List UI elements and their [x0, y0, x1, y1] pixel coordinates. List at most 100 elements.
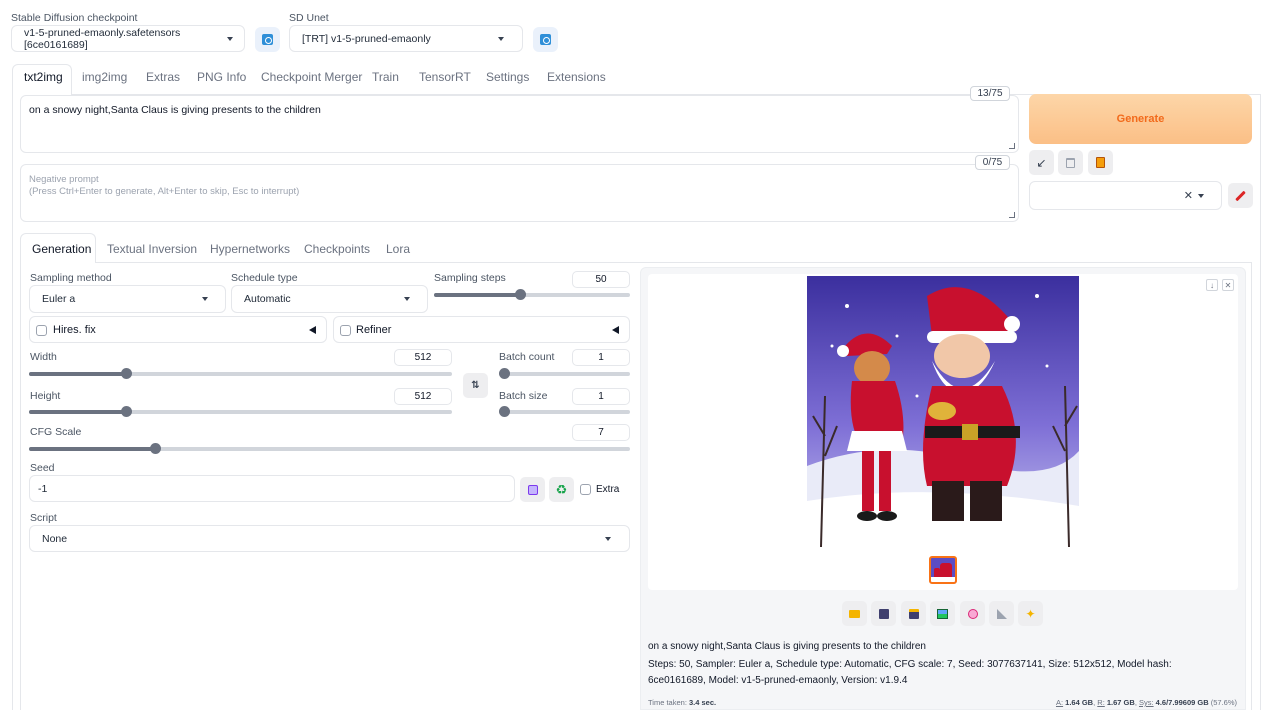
tab-png-info[interactable]: PNG Info: [197, 70, 246, 84]
edit-styles-button[interactable]: [1228, 183, 1253, 208]
tab-train[interactable]: Train: [372, 70, 399, 84]
clipboard-icon: [1096, 157, 1105, 168]
generated-image[interactable]: [807, 276, 1079, 547]
subtab-hypernetworks[interactable]: Hypernetworks: [210, 242, 290, 256]
cfg-scale-label: CFG Scale: [30, 426, 82, 438]
clear-icon[interactable]: ✕: [1184, 189, 1193, 202]
tab-txt2img[interactable]: txt2img: [24, 70, 63, 84]
refresh-unet-button[interactable]: [533, 27, 558, 52]
swap-dimensions-button[interactable]: ⇅: [463, 373, 488, 398]
tab-img2img[interactable]: img2img: [82, 70, 127, 84]
sampling-method-label: Sampling method: [30, 272, 112, 284]
chevron-down-icon: [498, 36, 504, 41]
subtab-checkpoints[interactable]: Checkpoints: [304, 242, 370, 256]
refiner-accordion[interactable]: Refiner: [333, 316, 630, 343]
checkpoint-label: Stable Diffusion checkpoint: [11, 12, 138, 24]
slider-thumb[interactable]: [499, 406, 510, 417]
hires-fix-accordion[interactable]: Hires. fix: [29, 316, 327, 343]
hires-fix-checkbox[interactable]: [36, 325, 47, 336]
batch-size-label: Batch size: [499, 390, 548, 402]
sampling-method-value: Euler a: [42, 293, 76, 305]
mem-r-value: 1.67 GB: [1106, 698, 1135, 707]
refresh-checkpoint-button[interactable]: [255, 27, 280, 52]
prompt-text: on a snowy night,Santa Claus is giving p…: [29, 104, 321, 116]
script-dropdown[interactable]: None: [29, 525, 630, 552]
refiner-checkbox[interactable]: [340, 325, 351, 336]
sparkle-button[interactable]: ✦: [1018, 601, 1043, 626]
sampling-steps-slider[interactable]: [434, 289, 630, 300]
random-seed-button[interactable]: [520, 477, 545, 502]
slider-thumb[interactable]: [515, 289, 527, 300]
send-to-img2img-button[interactable]: [930, 601, 955, 626]
close-icon[interactable]: ✕: [1222, 279, 1234, 291]
seed-input[interactable]: -1: [29, 475, 515, 502]
slider-thumb[interactable]: [499, 368, 510, 379]
batch-size-slider[interactable]: [499, 406, 630, 417]
memory-usage: A: 1.64 GB, R: 1.67 GB, Sys: 4.6/7.99609…: [1055, 698, 1237, 707]
height-input[interactable]: 512: [394, 388, 452, 405]
batch-count-slider[interactable]: [499, 368, 630, 379]
download-icon[interactable]: ↓: [1206, 279, 1218, 291]
open-folder-button[interactable]: [842, 601, 867, 626]
height-slider[interactable]: [29, 406, 452, 417]
slider-thumb[interactable]: [150, 443, 162, 454]
tab-tensorrt[interactable]: TensorRT: [419, 70, 471, 84]
batch-count-input[interactable]: 1: [572, 349, 630, 366]
folder-icon: [849, 609, 860, 618]
send-to-extras-button[interactable]: [989, 601, 1014, 626]
checkpoint-dropdown[interactable]: v1-5-pruned-emaonly.safetensors [6ce0161…: [11, 25, 245, 52]
width-input[interactable]: 512: [394, 349, 452, 366]
slider-fill: [434, 293, 521, 297]
save-zip-button[interactable]: [901, 601, 926, 626]
unet-value: [TRT] v1-5-pruned-emaonly: [302, 32, 431, 45]
hires-fix-label: Hires. fix: [53, 324, 96, 336]
schedule-type-dropdown[interactable]: Automatic: [231, 285, 428, 313]
read-params-button[interactable]: ↙: [1029, 150, 1054, 175]
tab-checkpoint-merger[interactable]: Checkpoint Merger: [261, 70, 362, 84]
subtab-textual-inversion[interactable]: Textual Inversion: [107, 242, 197, 256]
mem-sys-label: Sys:: [1138, 698, 1154, 707]
apply-style-button[interactable]: [1088, 150, 1113, 175]
reuse-seed-button[interactable]: ♻: [549, 477, 574, 502]
generate-button[interactable]: Generate: [1029, 94, 1252, 144]
swap-arrows-icon: ⇅: [471, 380, 480, 391]
collapse-triangle-icon[interactable]: [612, 326, 619, 334]
sampling-steps-label: Sampling steps: [434, 272, 506, 284]
styles-dropdown[interactable]: ✕: [1029, 181, 1222, 210]
seed-value: -1: [38, 482, 48, 495]
subtab-generation[interactable]: Generation: [32, 242, 91, 256]
mem-pct: (57.6%): [1210, 698, 1237, 707]
resize-handle-icon[interactable]: [1009, 143, 1015, 149]
slider-thumb[interactable]: [121, 368, 133, 379]
cfg-scale-slider[interactable]: [29, 443, 630, 454]
info-params: Steps: 50, Sampler: Euler a, Schedule ty…: [648, 659, 1172, 686]
extra-seed-checkbox[interactable]: [580, 484, 591, 495]
chevron-down-icon: [227, 36, 233, 41]
cfg-scale-input[interactable]: 7: [572, 424, 630, 441]
collapse-triangle-icon[interactable]: [309, 326, 316, 334]
unet-dropdown[interactable]: [TRT] v1-5-pruned-emaonly: [289, 25, 523, 52]
checkpoint-value: v1-5-pruned-emaonly.safetensors [6ce0161…: [24, 26, 181, 51]
schedule-type-label: Schedule type: [231, 272, 298, 284]
negative-placeholder-2: (Press Ctrl+Enter to generate, Alt+Enter…: [29, 186, 300, 197]
floppy-icon: [878, 608, 889, 619]
chevron-down-icon: [605, 536, 611, 541]
time-taken: Time taken: 3.4 sec.: [648, 698, 716, 707]
subtab-lora[interactable]: Lora: [386, 242, 410, 256]
batch-size-input[interactable]: 1: [572, 388, 630, 405]
clear-prompt-button[interactable]: [1058, 150, 1083, 175]
sampling-steps-input[interactable]: 50: [572, 271, 630, 288]
negative-prompt-textarea[interactable]: Negative prompt (Press Ctrl+Enter to gen…: [20, 164, 1019, 222]
send-to-inpaint-button[interactable]: [960, 601, 985, 626]
tab-settings[interactable]: Settings: [486, 70, 529, 84]
negative-token-counter: 0/75: [975, 155, 1010, 170]
tab-extensions[interactable]: Extensions: [547, 70, 606, 84]
resize-handle-icon[interactable]: [1009, 212, 1015, 218]
width-slider[interactable]: [29, 368, 452, 379]
tab-extras[interactable]: Extras: [146, 70, 180, 84]
slider-thumb[interactable]: [121, 406, 133, 417]
prompt-textarea[interactable]: on a snowy night,Santa Claus is giving p…: [20, 95, 1019, 153]
gallery-thumbnail[interactable]: [929, 556, 957, 584]
save-button[interactable]: [871, 601, 896, 626]
sampling-method-dropdown[interactable]: Euler a: [29, 285, 226, 313]
